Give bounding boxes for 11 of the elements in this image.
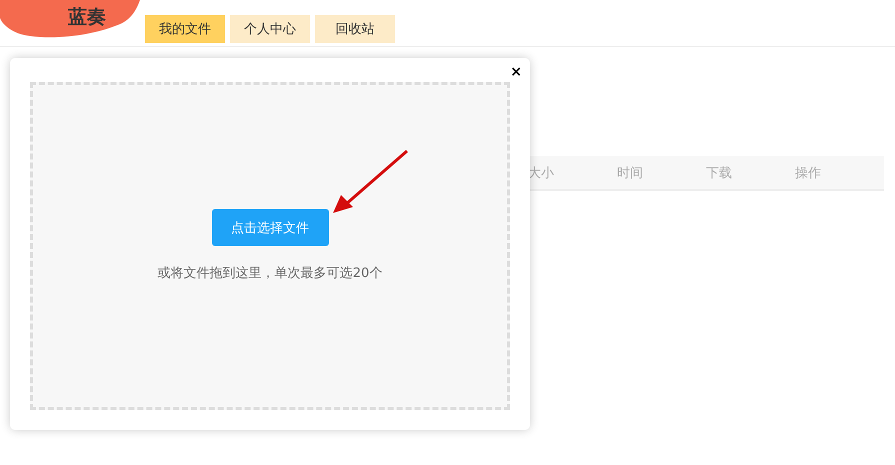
column-header: 下载	[706, 164, 733, 182]
nav-tab[interactable]: 我的文件	[145, 15, 225, 43]
drop-zone[interactable]: 点击选择文件 或将文件拖到这里，单次最多可选20个	[30, 82, 510, 410]
column-header: 操作	[795, 164, 822, 182]
close-button[interactable]: ×	[510, 64, 522, 80]
drop-hint: 或将文件拖到这里，单次最多可选20个	[158, 265, 382, 282]
logo-text: 蓝奏	[68, 5, 106, 30]
nav-tab[interactable]: 个人中心	[230, 15, 310, 43]
arrow-icon	[333, 150, 408, 213]
nav-tab[interactable]: 回收站	[315, 15, 395, 43]
column-header: 时间	[617, 164, 644, 182]
